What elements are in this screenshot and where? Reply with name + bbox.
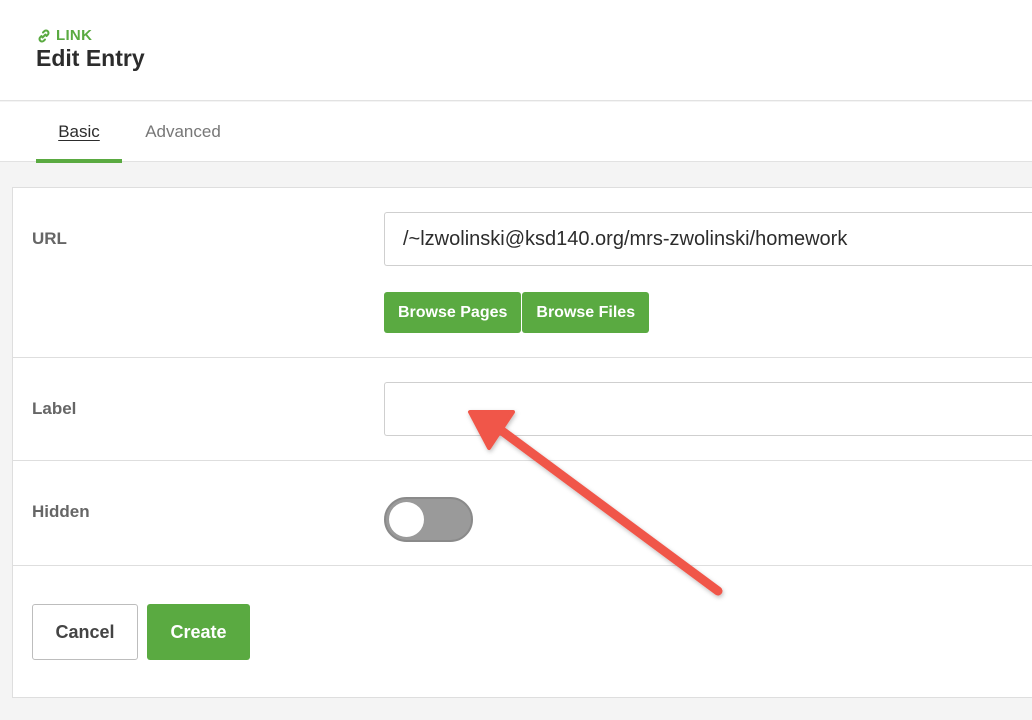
- page-title: Edit Entry: [36, 45, 145, 71]
- tab-bar: Basic Advanced: [0, 102, 1032, 163]
- tab-basic[interactable]: Basic: [36, 102, 122, 163]
- label-field-label: Label: [32, 399, 77, 418]
- create-button[interactable]: Create: [147, 604, 250, 660]
- label-row: Label: [13, 358, 1032, 461]
- url-label: URL: [32, 229, 67, 248]
- toggle-knob: [389, 502, 424, 537]
- page-header: LINK Edit Entry: [0, 0, 1032, 101]
- entry-form: URL Browse Pages Browse Files Label Hidd…: [12, 187, 1032, 698]
- entry-type: LINK: [36, 27, 92, 44]
- url-input[interactable]: [384, 212, 1032, 266]
- entry-type-label: LINK: [56, 27, 93, 44]
- hidden-label: Hidden: [32, 502, 90, 521]
- tab-advanced[interactable]: Advanced: [138, 102, 228, 162]
- hidden-toggle[interactable]: [384, 497, 473, 542]
- browse-pages-button[interactable]: Browse Pages: [384, 292, 522, 333]
- url-row: URL Browse Pages Browse Files: [13, 188, 1032, 358]
- label-input[interactable]: [384, 382, 1032, 436]
- browse-button-group: Browse Pages Browse Files: [384, 292, 650, 333]
- cancel-button[interactable]: Cancel: [32, 604, 138, 660]
- browse-files-button[interactable]: Browse Files: [522, 292, 650, 333]
- edit-entry-page: LINK Edit Entry Basic Advanced URL Brows…: [0, 0, 1032, 720]
- link-icon: [36, 28, 52, 44]
- hidden-row: Hidden: [13, 461, 1032, 566]
